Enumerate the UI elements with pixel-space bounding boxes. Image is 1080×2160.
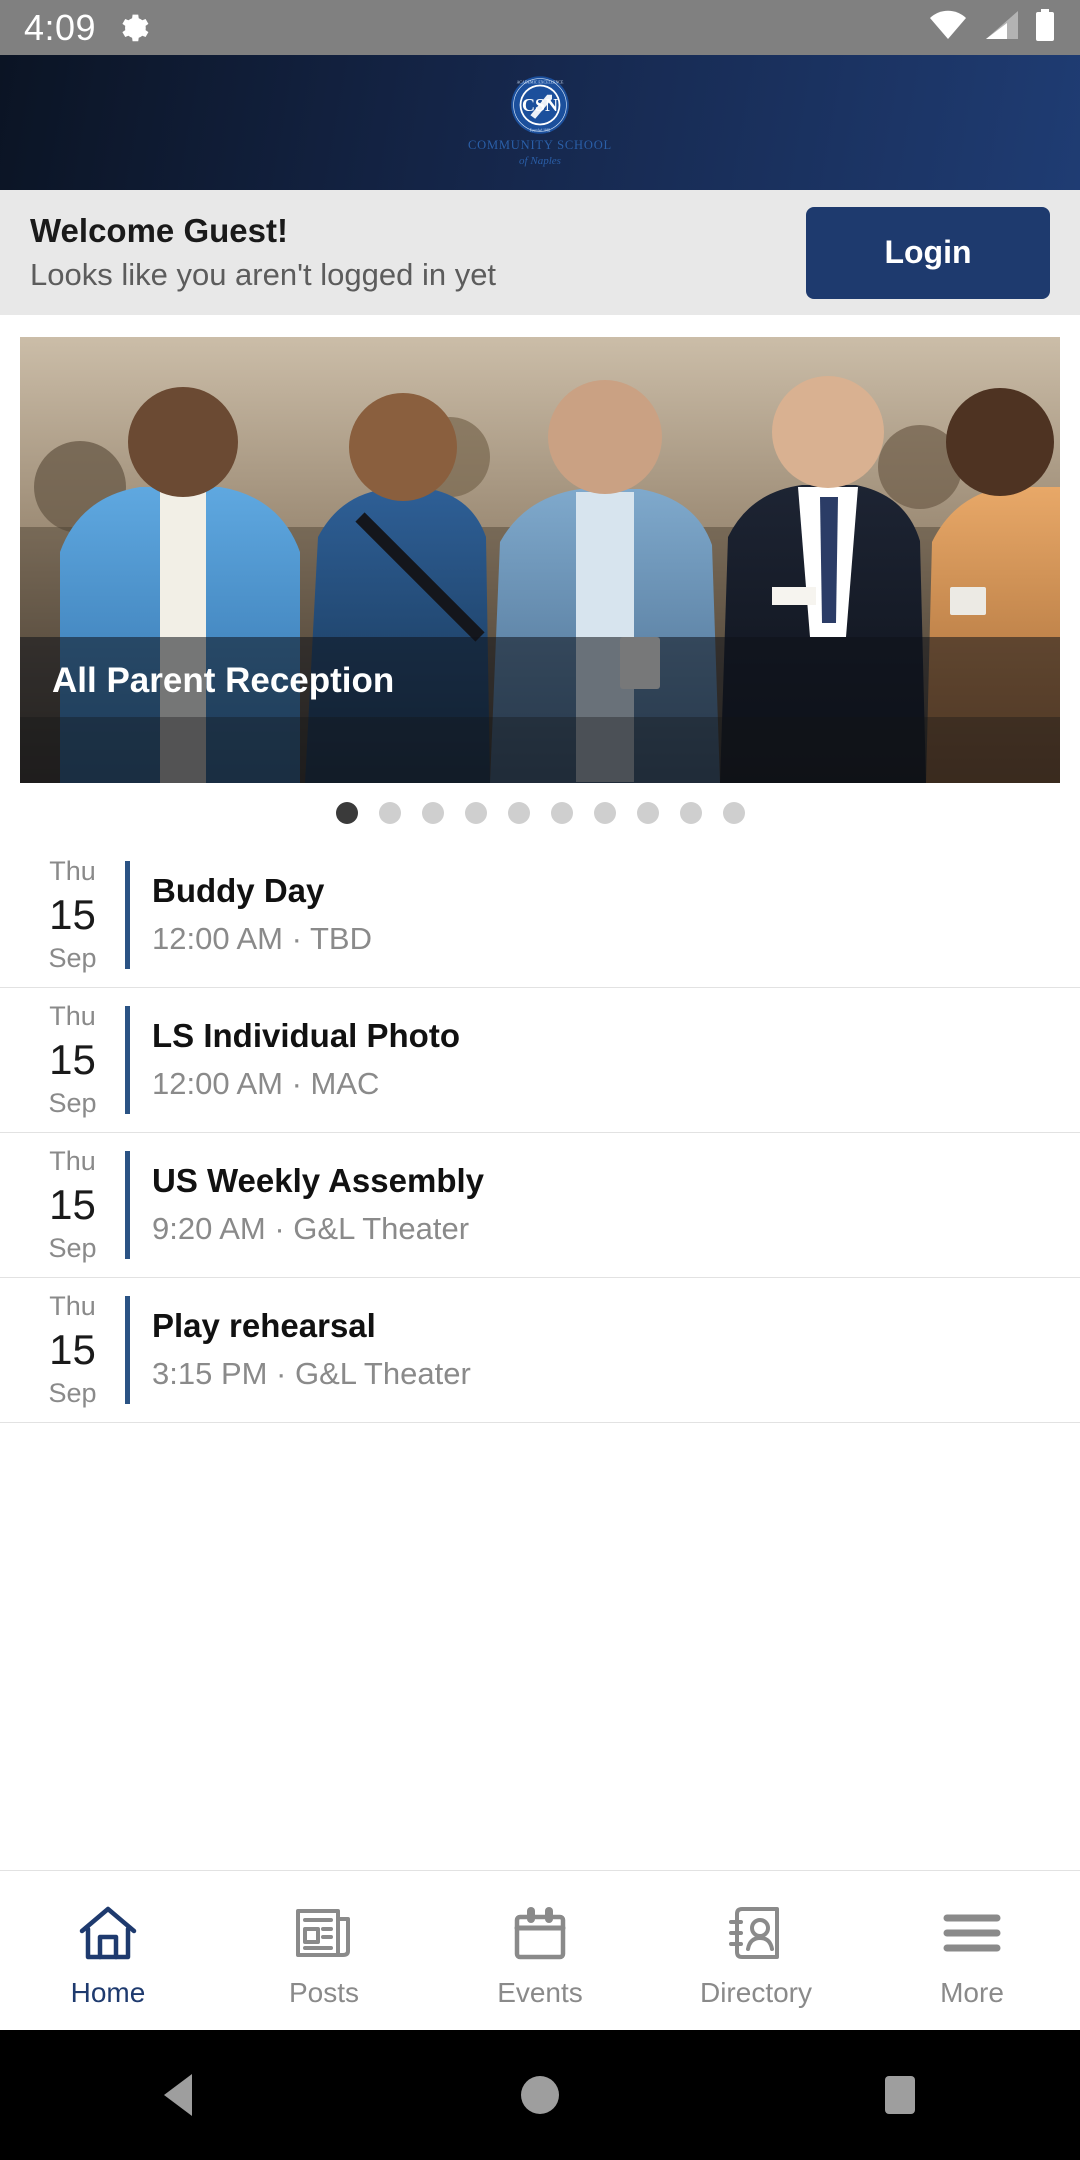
tab-more[interactable]: More	[864, 1871, 1080, 2030]
tab-events[interactable]: Events	[432, 1871, 648, 2030]
welcome-bar: Welcome Guest! Looks like you aren't log…	[0, 190, 1080, 315]
battery-icon	[1034, 9, 1056, 46]
carousel-caption: All Parent Reception	[52, 661, 395, 700]
welcome-title: Welcome Guest!	[30, 211, 288, 249]
event-meta: 12:00 AM · TBD	[152, 921, 372, 957]
event-title: LS Individual Photo	[152, 1017, 460, 1055]
carousel-dot-10[interactable]	[722, 802, 745, 824]
carousel-dots[interactable]	[20, 783, 1060, 843]
carousel-slide[interactable]: All Parent Reception	[20, 337, 1060, 783]
event-day: 15	[49, 1180, 96, 1228]
event-row[interactable]: Thu 15 Sep LS Individual Photo 12:00 AM …	[0, 988, 1080, 1133]
event-details: Buddy Day 12:00 AM · TBD	[130, 843, 1060, 987]
school-name-line2: of Naples	[519, 154, 561, 167]
event-month: Sep	[48, 943, 97, 974]
event-date-block: Thu 15 Sep	[20, 843, 125, 987]
carousel-dot-9[interactable]	[679, 802, 702, 824]
svg-text:ACADEMIC EXCELLENCE: ACADEMIC EXCELLENCE	[517, 80, 564, 84]
android-status-bar: 4:09	[0, 0, 1080, 55]
recents-square-icon[interactable]	[820, 2030, 980, 2160]
event-month: Sep	[48, 1378, 97, 1409]
school-seal-icon: CSN ACADEMIC EXCELLENCE Founded 1982	[511, 75, 569, 134]
welcome-subtitle: Looks like you aren't logged in yet	[30, 256, 497, 292]
event-dow: Thu	[49, 1000, 96, 1031]
event-meta: 12:00 AM · MAC	[152, 1066, 380, 1102]
home-icon	[77, 1899, 139, 1967]
app-root: 4:09 CSN ACADEMIC EXCELLENCE Founded 198…	[0, 0, 1080, 2160]
event-day: 15	[49, 1035, 96, 1083]
carousel-dot-6[interactable]	[550, 802, 573, 824]
home-circle-icon[interactable]	[460, 2030, 620, 2160]
carousel-dot-8[interactable]	[636, 802, 659, 824]
event-details: Play rehearsal 3:15 PM · G&L Theater	[130, 1278, 1060, 1422]
event-title: Play rehearsal	[152, 1307, 376, 1345]
carousel-dot-1[interactable]	[335, 802, 358, 824]
tab-directory[interactable]: Directory	[648, 1871, 864, 2030]
svg-text:Founded 1982: Founded 1982	[530, 128, 551, 132]
status-bar-clock: 4:09	[24, 6, 97, 48]
android-nav-bar	[0, 2030, 1080, 2160]
carousel-dot-7[interactable]	[593, 802, 616, 824]
tab-label-more: More	[940, 1976, 1004, 2008]
bottom-tab-bar: Home Posts Events Directory More	[0, 1870, 1080, 2030]
carousel-section: All Parent Reception	[0, 315, 1080, 843]
event-dow: Thu	[49, 1145, 96, 1176]
event-title: US Weekly Assembly	[152, 1162, 484, 1200]
back-triangle-icon[interactable]	[100, 2030, 260, 2160]
wifi-icon	[928, 10, 968, 45]
tab-label-events: Events	[497, 1976, 583, 2008]
event-day: 15	[49, 1325, 96, 1373]
event-day: 15	[49, 890, 96, 938]
hamburger-icon	[941, 1899, 1003, 1967]
event-row[interactable]: Thu 15 Sep US Weekly Assembly 9:20 AM · …	[0, 1133, 1080, 1278]
event-date-block: Thu 15 Sep	[20, 988, 125, 1132]
event-row[interactable]: Thu 15 Sep Buddy Day 12:00 AM · TBD	[0, 843, 1080, 988]
status-bar-indicators	[928, 9, 1056, 46]
tab-label-posts: Posts	[288, 1976, 360, 2008]
event-title: Buddy Day	[152, 872, 325, 910]
event-details: US Weekly Assembly 9:20 AM · G&L Theater	[130, 1133, 1060, 1277]
calendar-icon	[512, 1899, 568, 1967]
carousel-caption-overlay: All Parent Reception	[20, 637, 1060, 783]
event-meta: 9:20 AM · G&L Theater	[152, 1211, 470, 1247]
gear-icon	[116, 11, 150, 45]
tab-posts[interactable]: Posts	[216, 1871, 432, 2030]
school-logo[interactable]: CSN ACADEMIC EXCELLENCE Founded 1982 COM…	[468, 75, 612, 167]
newspaper-icon	[294, 1899, 354, 1967]
event-date-block: Thu 15 Sep	[20, 1278, 125, 1422]
login-button[interactable]: Login	[806, 206, 1050, 299]
tab-label-directory: Directory	[699, 1976, 812, 2008]
event-month: Sep	[48, 1233, 97, 1264]
svg-text:CSN: CSN	[522, 95, 558, 115]
carousel-dot-4[interactable]	[464, 802, 487, 824]
welcome-text-group: Welcome Guest! Looks like you aren't log…	[30, 210, 496, 296]
carousel-dot-2[interactable]	[378, 802, 401, 824]
app-header: CSN ACADEMIC EXCELLENCE Founded 1982 COM…	[0, 55, 1080, 190]
school-name-line1: COMMUNITY SCHOOL	[468, 137, 612, 152]
event-dow: Thu	[49, 855, 96, 886]
event-details: LS Individual Photo 12:00 AM · MAC	[130, 988, 1060, 1132]
events-list: Thu 15 Sep Buddy Day 12:00 AM · TBD Thu …	[0, 843, 1080, 1870]
cell-signal-icon	[982, 10, 1020, 45]
event-dow: Thu	[49, 1290, 96, 1321]
carousel-dot-5[interactable]	[507, 802, 530, 824]
carousel-dot-3[interactable]	[421, 802, 444, 824]
event-row[interactable]: Thu 15 Sep Play rehearsal 3:15 PM · G&L …	[0, 1278, 1080, 1423]
tab-label-home: Home	[70, 1976, 146, 2008]
contact-card-icon	[728, 1899, 784, 1967]
event-month: Sep	[48, 1088, 97, 1119]
event-date-block: Thu 15 Sep	[20, 1133, 125, 1277]
tab-home[interactable]: Home	[0, 1871, 216, 2030]
event-meta: 3:15 PM · G&L Theater	[152, 1356, 471, 1392]
